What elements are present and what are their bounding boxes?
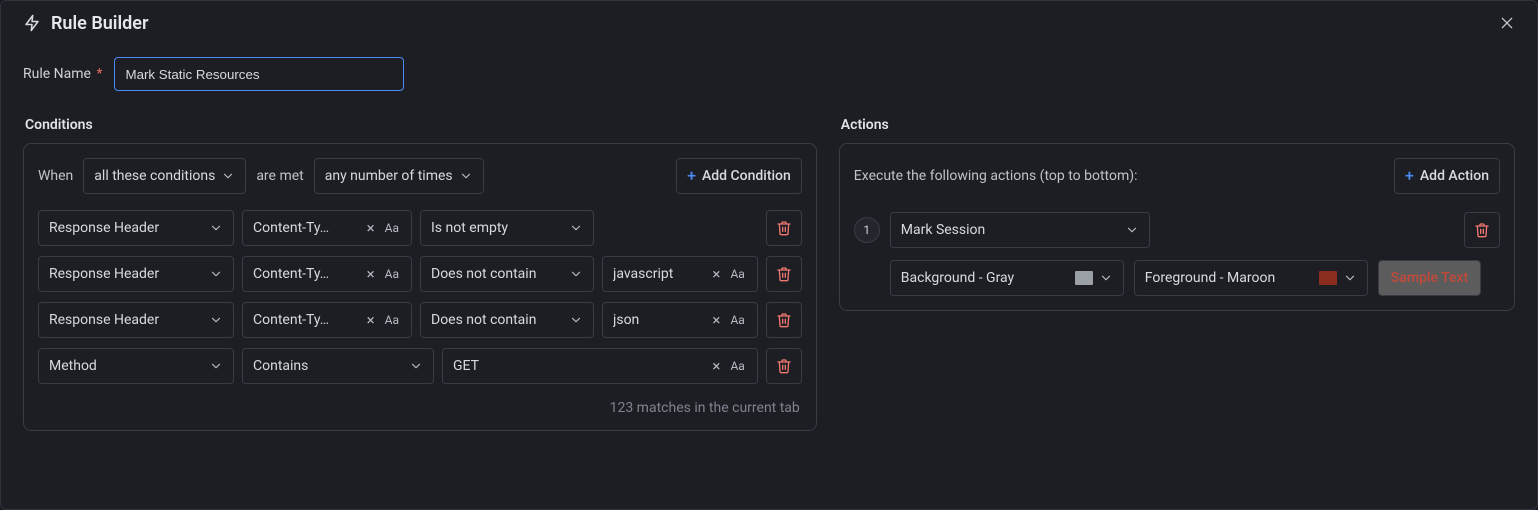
condition-field-select[interactable]: Response Header <box>38 210 234 246</box>
chevron-down-icon <box>1125 223 1139 237</box>
action-style-row: Background - Gray Foreground - Maroon Sa… <box>890 260 1500 296</box>
condition-field-select[interactable]: Method <box>38 348 234 384</box>
close-icon[interactable] <box>1495 11 1519 35</box>
rule-name-row: Rule Name * <box>23 57 1515 91</box>
condition-row: Method Contains GET × Aa <box>38 348 802 384</box>
condition-key-input[interactable]: Content-Ty… × Aa <box>242 302 412 338</box>
plus-icon: + <box>1405 168 1414 184</box>
foreground-color-select[interactable]: Foreground - Maroon <box>1134 260 1368 296</box>
lightning-icon <box>23 14 41 32</box>
conditions-panel: When all these conditions are met any nu… <box>23 143 817 431</box>
color-swatch-gray <box>1075 271 1093 285</box>
condition-key-input[interactable]: Content-Ty… × Aa <box>242 210 412 246</box>
chevron-down-icon <box>221 169 235 183</box>
delete-condition-button[interactable] <box>766 348 802 384</box>
add-condition-button[interactable]: + Add Condition <box>676 158 802 194</box>
delete-action-button[interactable] <box>1464 212 1500 248</box>
rule-name-input[interactable] <box>114 57 404 91</box>
delete-condition-button[interactable] <box>766 302 802 338</box>
plus-icon: + <box>687 168 696 184</box>
clear-icon[interactable]: × <box>710 359 722 374</box>
chevron-down-icon <box>209 221 223 235</box>
condition-row: Response Header Content-Ty… × Aa Does no… <box>38 302 802 338</box>
match-mode-select[interactable]: all these conditions <box>83 158 246 194</box>
rule-builder-window: Rule Builder Rule Name * Conditions When <box>0 0 1538 510</box>
chevron-down-icon <box>1343 271 1357 285</box>
condition-operator-select[interactable]: Is not empty <box>420 210 594 246</box>
condition-value-input[interactable]: GET × Aa <box>442 348 758 384</box>
condition-operator-select[interactable]: Does not contain <box>420 302 594 338</box>
frequency-select[interactable]: any number of times <box>314 158 484 194</box>
page-title: Rule Builder <box>51 13 148 34</box>
case-toggle-icon[interactable]: Aa <box>728 359 746 373</box>
condition-key-input[interactable]: Content-Ty… × Aa <box>242 256 412 292</box>
actions-intro: Execute the following actions (top to bo… <box>854 168 1138 184</box>
clear-icon[interactable]: × <box>710 267 722 282</box>
condition-field-select[interactable]: Response Header <box>38 256 234 292</box>
chevron-down-icon <box>209 267 223 281</box>
color-swatch-maroon <box>1319 271 1337 285</box>
chevron-down-icon <box>409 359 423 373</box>
clear-icon[interactable]: × <box>710 313 722 328</box>
actions-title: Actions <box>841 117 1515 133</box>
chevron-down-icon <box>569 267 583 281</box>
delete-condition-button[interactable] <box>766 210 802 246</box>
chevron-down-icon <box>569 313 583 327</box>
are-met-label: are met <box>256 168 303 184</box>
action-type-select[interactable]: Mark Session <box>890 212 1150 248</box>
condition-value-input[interactable]: json × Aa <box>602 302 758 338</box>
chevron-down-icon <box>459 169 473 183</box>
match-count-note: 123 matches in the current tab <box>38 400 802 416</box>
clear-icon[interactable]: × <box>365 267 377 282</box>
action-order-badge: 1 <box>854 217 880 243</box>
condition-field-select[interactable]: Response Header <box>38 302 234 338</box>
action-row: 1 Mark Session <box>854 212 1500 248</box>
titlebar: Rule Builder <box>1 1 1537 41</box>
delete-condition-button[interactable] <box>766 256 802 292</box>
clear-icon[interactable]: × <box>365 221 377 236</box>
case-toggle-icon[interactable]: Aa <box>728 313 746 327</box>
case-toggle-icon[interactable]: Aa <box>383 221 401 235</box>
case-toggle-icon[interactable]: Aa <box>728 267 746 281</box>
condition-value-input[interactable]: javascript × Aa <box>602 256 758 292</box>
background-color-select[interactable]: Background - Gray <box>890 260 1124 296</box>
conditions-title: Conditions <box>25 117 817 133</box>
add-action-button[interactable]: + Add Action <box>1394 158 1500 194</box>
sample-preview: Sample Text <box>1378 260 1481 296</box>
rule-name-label: Rule Name * <box>23 66 102 82</box>
clear-icon[interactable]: × <box>365 313 377 328</box>
chevron-down-icon <box>209 313 223 327</box>
actions-panel: Execute the following actions (top to bo… <box>839 143 1515 311</box>
chevron-down-icon <box>569 221 583 235</box>
condition-row: Response Header Content-Ty… × Aa Is not … <box>38 210 802 246</box>
condition-row: Response Header Content-Ty… × Aa Does no… <box>38 256 802 292</box>
case-toggle-icon[interactable]: Aa <box>383 313 401 327</box>
condition-operator-select[interactable]: Does not contain <box>420 256 594 292</box>
condition-operator-select[interactable]: Contains <box>242 348 434 384</box>
when-label: When <box>38 168 73 184</box>
case-toggle-icon[interactable]: Aa <box>383 267 401 281</box>
required-asterisk: * <box>96 66 102 82</box>
chevron-down-icon <box>209 359 223 373</box>
chevron-down-icon <box>1099 271 1113 285</box>
